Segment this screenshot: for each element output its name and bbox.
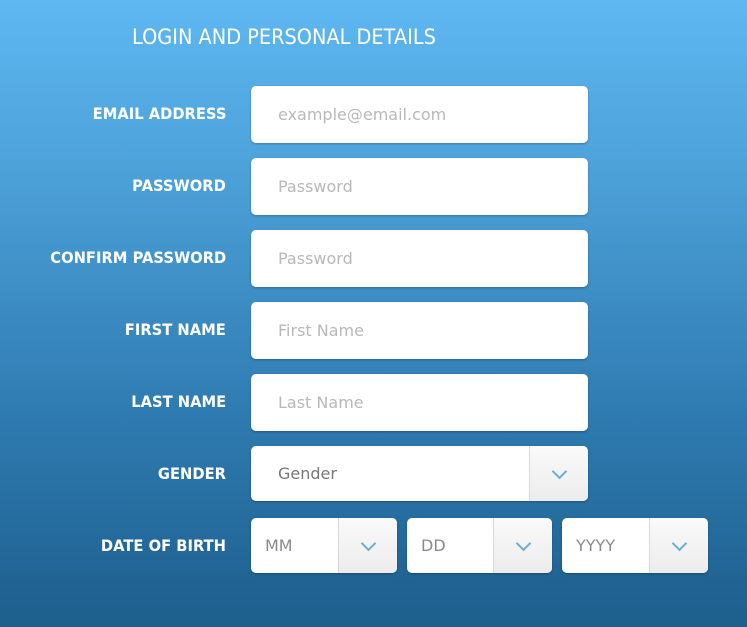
last-name-label: LAST NAME bbox=[131, 392, 226, 411]
gender-label: GENDER bbox=[157, 464, 226, 483]
dob-day-select[interactable]: DD bbox=[407, 518, 552, 573]
dob-month-value: MM bbox=[265, 536, 293, 555]
first-name-field[interactable] bbox=[251, 302, 588, 359]
first-name-label: FIRST NAME bbox=[124, 320, 226, 339]
dob-month-select[interactable]: MM bbox=[251, 518, 397, 573]
password-label: PASSWORD bbox=[132, 176, 226, 195]
last-name-field-wrap bbox=[251, 374, 588, 431]
chevron-down-icon bbox=[551, 463, 568, 479]
gender-select[interactable]: Gender bbox=[251, 446, 588, 501]
password-field-wrap bbox=[251, 158, 588, 215]
dob-year-select[interactable]: YYYY bbox=[562, 518, 708, 573]
confirm-password-field-wrap bbox=[251, 230, 588, 287]
dob-label: DATE OF BIRTH bbox=[100, 536, 226, 555]
last-name-field[interactable] bbox=[251, 374, 588, 431]
first-name-field-wrap bbox=[251, 302, 588, 359]
email-field[interactable] bbox=[251, 86, 588, 143]
dob-month-dropdown-button[interactable] bbox=[338, 518, 397, 573]
chevron-down-icon bbox=[671, 535, 688, 551]
email-label: EMAIL ADDRESS bbox=[92, 104, 226, 123]
dob-day-dropdown-button[interactable] bbox=[493, 518, 552, 573]
dob-year-dropdown-button[interactable] bbox=[649, 518, 708, 573]
chevron-down-icon bbox=[360, 535, 377, 551]
gender-value: Gender bbox=[278, 464, 337, 483]
confirm-password-label: CONFIRM PASSWORD bbox=[50, 248, 226, 267]
dob-year-value: YYYY bbox=[576, 536, 616, 555]
confirm-password-field[interactable] bbox=[251, 230, 588, 287]
gender-dropdown-button[interactable] bbox=[529, 446, 588, 501]
chevron-down-icon bbox=[515, 535, 532, 551]
page-title: LOGIN AND PERSONAL DETAILS bbox=[132, 25, 436, 49]
password-field[interactable] bbox=[251, 158, 588, 215]
email-field-wrap bbox=[251, 86, 588, 143]
dob-day-value: DD bbox=[421, 536, 446, 555]
